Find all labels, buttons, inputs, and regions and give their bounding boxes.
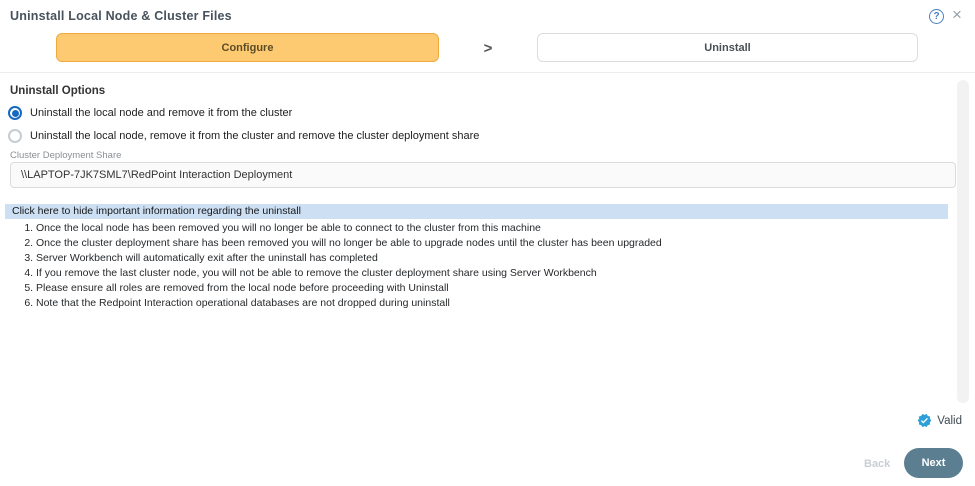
page-title: Uninstall Local Node & Cluster Files <box>10 9 232 23</box>
validation-status: Valid <box>917 413 962 428</box>
cluster-deployment-share-input[interactable] <box>10 162 956 188</box>
info-list-item: Once the local node has been removed you… <box>36 221 940 236</box>
radio-selected-icon[interactable] <box>8 106 22 120</box>
back-button[interactable]: Back <box>858 450 896 478</box>
radio-unselected-icon[interactable] <box>8 129 22 143</box>
radio-option-label: Uninstall the local node and remove it f… <box>30 107 292 119</box>
valid-status-label: Valid <box>937 415 962 427</box>
info-list-item: If you remove the last cluster node, you… <box>36 266 940 281</box>
info-toggle-bar[interactable]: Click here to hide important information… <box>5 204 948 219</box>
step-configure-button[interactable]: Configure <box>56 33 439 62</box>
valid-check-badge-icon <box>917 413 932 428</box>
close-icon[interactable]: × <box>948 4 966 26</box>
help-icon[interactable]: ? <box>929 9 944 24</box>
next-button[interactable]: Next <box>904 448 963 478</box>
step-arrow-icon: > <box>478 38 498 58</box>
uninstall-wizard-dialog: Uninstall Local Node & Cluster Files ? ×… <box>0 0 975 486</box>
header-divider <box>0 72 975 73</box>
uninstall-options-heading: Uninstall Options <box>10 85 105 97</box>
radio-option-label: Uninstall the local node, remove it from… <box>30 130 479 142</box>
scrollbar-track[interactable] <box>957 80 969 403</box>
info-list-item: Server Workbench will automatically exit… <box>36 251 940 266</box>
info-list-item: Once the cluster deployment share has be… <box>36 236 940 251</box>
info-list-item: Please ensure all roles are removed from… <box>36 281 940 296</box>
info-list-item: Note that the Redpoint Interaction opera… <box>36 296 940 311</box>
radio-option-remove-node[interactable]: Uninstall the local node and remove it f… <box>8 106 292 120</box>
cluster-deployment-share-label: Cluster Deployment Share <box>10 150 121 161</box>
info-list: Once the local node has been removed you… <box>0 221 940 311</box>
radio-option-remove-node-and-share[interactable]: Uninstall the local node, remove it from… <box>8 129 479 143</box>
step-uninstall-button[interactable]: Uninstall <box>537 33 918 62</box>
